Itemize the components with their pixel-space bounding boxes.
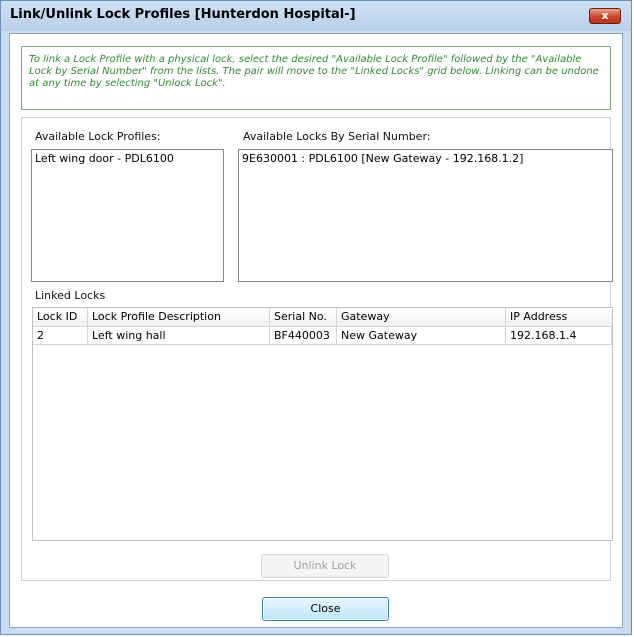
unlink-lock-button[interactable]: Unlink Lock [261,554,389,578]
list-item[interactable]: 9E630001 : PDL6100 [New Gateway - 192.16… [242,152,523,165]
available-serials-list[interactable]: 9E630001 : PDL6100 [New Gateway - 192.16… [238,149,613,282]
window-title: Link/Unlink Lock Profiles [Hunterdon Hos… [10,7,356,22]
dialog-content: To link a Lock Profile with a physical l… [9,33,623,628]
table-row[interactable]: 2 Left wing hall BF440003 New Gateway 19… [33,327,612,345]
instructions-text: To link a Lock Profile with a physical l… [29,54,599,89]
available-profiles-label: Available Lock Profiles: [35,130,161,143]
cell-ip: 192.168.1.4 [506,327,612,344]
column-header-lock-id[interactable]: Lock ID [33,308,88,326]
available-serials-label: Available Locks By Serial Number: [243,130,431,143]
window-close-button[interactable]: x [589,8,621,24]
linking-group: Available Lock Profiles: Left wing door … [21,117,613,581]
linked-locks-grid[interactable]: Lock ID Lock Profile Description Serial … [32,307,613,541]
column-header-description[interactable]: Lock Profile Description [88,308,270,326]
cell-description: Left wing hall [88,327,270,344]
column-header-gateway[interactable]: Gateway [337,308,506,326]
title-bar[interactable]: Link/Unlink Lock Profiles [Hunterdon Hos… [1,1,631,31]
linked-locks-label: Linked Locks [35,289,106,302]
cell-lock-id: 2 [33,327,88,344]
instructions-box: To link a Lock Profile with a physical l… [21,46,611,110]
column-header-serial[interactable]: Serial No. [270,308,337,326]
grid-header: Lock ID Lock Profile Description Serial … [33,308,612,327]
cell-serial: BF440003 [270,327,337,344]
available-profiles-list[interactable]: Left wing door - PDL6100 [31,149,224,282]
dialog-window: Link/Unlink Lock Profiles [Hunterdon Hos… [0,0,632,635]
close-button[interactable]: Close [262,597,389,621]
column-header-ip[interactable]: IP Address [506,308,612,326]
list-item[interactable]: Left wing door - PDL6100 [35,152,174,165]
cell-gateway: New Gateway [337,327,506,344]
